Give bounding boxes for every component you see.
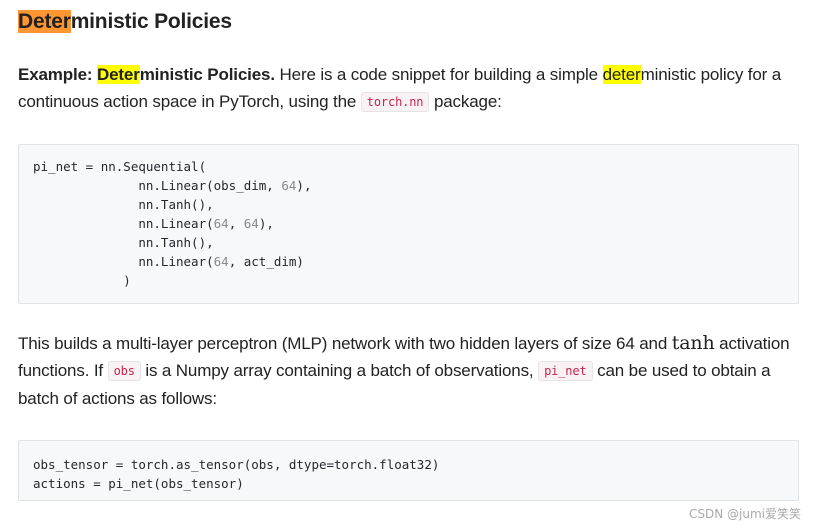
explanation-paragraph: This builds a multi-layer perceptron (ML…	[18, 330, 804, 412]
code-line: nn.Tanh(),	[33, 235, 214, 250]
code-number: 64	[243, 216, 259, 231]
bold-text: ministic Policies.	[139, 65, 275, 84]
code-number: 64	[213, 254, 229, 269]
search-highlight-current: Deter	[18, 10, 71, 33]
code-line: obs_tensor = torch.as_tensor(obs, dtype=…	[33, 457, 440, 472]
csdn-watermark: CSDN @jumi爱笑笑	[689, 507, 801, 521]
code-line: nn.Linear(	[33, 216, 214, 231]
inline-code-pi-net: pi_net	[538, 361, 593, 381]
paragraph-text: Here is a code snippet for building a si…	[274, 65, 603, 84]
code-line: ),	[296, 178, 312, 193]
code-number: 64	[213, 216, 229, 231]
search-highlight: Deter	[96, 65, 140, 84]
paragraph-text: is a Numpy array containing a batch of o…	[140, 361, 539, 380]
code-line: , act_dim)	[228, 254, 304, 269]
code-line: ,	[228, 216, 244, 231]
search-highlight: deter	[602, 65, 641, 84]
paragraph-text: This builds a multi-layer perceptron (ML…	[18, 334, 672, 353]
bold-text: Example:	[18, 65, 97, 84]
section-heading: Deterministic Policies	[18, 9, 232, 35]
example-label: Example: Deterministic Policies.	[18, 65, 275, 84]
code-number: 64	[281, 178, 297, 193]
code-line: )	[33, 273, 131, 288]
code-line: actions = pi_net(obs_tensor)	[33, 476, 244, 491]
math-tanh: tanh	[671, 332, 715, 354]
code-block-policy[interactable]: pi_net = nn.Sequential( nn.Linear(obs_di…	[18, 144, 799, 304]
code-block-actions[interactable]: obs_tensor = torch.as_tensor(obs, dtype=…	[18, 440, 799, 501]
code-line: ),	[258, 216, 274, 231]
code-line: nn.Linear(obs_dim,	[33, 178, 282, 193]
code-line: pi_net = nn.Sequential(	[33, 159, 207, 174]
inline-code-torch-nn: torch.nn	[360, 92, 430, 112]
example-paragraph: Example: Deterministic Policies. Here is…	[18, 61, 804, 116]
inline-code-obs: obs	[107, 361, 141, 381]
code-line: nn.Linear(	[33, 254, 214, 269]
paragraph-text: package:	[429, 92, 502, 111]
heading-text: ministic Policies	[70, 10, 232, 33]
code-line: nn.Tanh(),	[33, 197, 214, 212]
